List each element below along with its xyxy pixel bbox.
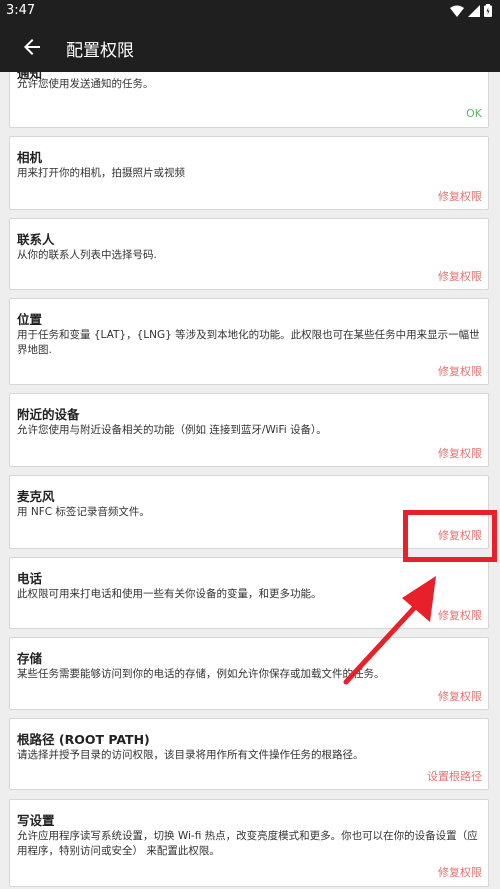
permission-list: 通知 允许您使用发送通知的任务。 OK 相机 用来打开你的相机，拍摄照片或视频 …: [0, 72, 500, 889]
card-description: 请选择并授予目录的访问权限，该目录将用作所有文件操作任务的根路径。: [17, 749, 364, 761]
back-arrow-icon[interactable]: [20, 35, 44, 59]
card-title: 联系人: [17, 232, 55, 247]
card-camera: 相机 用来打开你的相机，拍摄照片或视频 修复权限: [9, 136, 489, 210]
card-title: 写设置: [17, 813, 55, 828]
card-title: 附近的设备: [17, 407, 80, 422]
annotation-arrow-icon: [343, 576, 436, 685]
status-icons: [450, 4, 492, 17]
card-description: 允许您使用发送通知的任务。: [17, 78, 154, 90]
signal-icon: [468, 4, 480, 17]
set-root-path-button[interactable]: 设置根路径: [427, 768, 482, 784]
card-title: 相机: [17, 150, 43, 165]
page-title: 配置权限: [66, 41, 134, 61]
fix-permission-button[interactable]: 修复权限: [438, 363, 482, 379]
card-notification: 通知 允许您使用发送通知的任务。 OK: [9, 72, 489, 128]
card-description: 用于任务和变量 {LAT}，{LNG} 等涉及到本地化的功能。此权限也可在某些任…: [17, 329, 480, 356]
status-time: 3:47: [6, 3, 36, 18]
card-description: 用来打开你的相机，拍摄照片或视频: [17, 167, 185, 179]
card-title: 位置: [17, 312, 43, 327]
card-nearby-devices: 附近的设备 允许您使用与附近设备相关的功能（例如 连接到蓝牙/WiFi 设备）。…: [9, 393, 489, 467]
card-title: 根路径 (ROOT PATH): [17, 732, 150, 747]
card-contacts: 联系人 从你的联系人列表中选择号码. 修复权限: [9, 218, 489, 290]
battery-icon: [484, 4, 492, 17]
fix-permission-button[interactable]: 修复权限: [438, 864, 482, 880]
card-description: 允许应用程序读写系统设置，切换 Wi-fi 热点，改变亮度模式和更多。你也可以在…: [17, 830, 478, 857]
ok-status: OK: [466, 107, 482, 120]
card-description: 允许您使用与附近设备相关的功能（例如 连接到蓝牙/WiFi 设备）。: [17, 424, 327, 436]
card-title: 存储: [17, 651, 43, 666]
annotation-highlight-box: [403, 510, 497, 562]
card-title: 电话: [17, 571, 43, 586]
card-location: 位置 用于任务和变量 {LAT}，{LNG} 等涉及到本地化的功能。此权限也可在…: [9, 298, 489, 385]
card-description: 从你的联系人列表中选择号码.: [17, 249, 157, 261]
card-title: 麦克风: [17, 489, 55, 504]
fix-permission-button[interactable]: 修复权限: [438, 268, 482, 284]
status-bar: 3:47: [0, 0, 500, 22]
card-write-settings: 写设置 允许应用程序读写系统设置，切换 Wi-fi 热点，改变亮度模式和更多。你…: [9, 799, 489, 887]
fix-permission-button[interactable]: 修复权限: [438, 188, 482, 204]
app-bar: 配置权限: [0, 22, 500, 72]
wifi-icon: [450, 5, 464, 17]
card-root-path: 根路径 (ROOT PATH) 请选择并授予目录的访问权限，该目录将用作所有文件…: [9, 718, 489, 790]
fix-permission-button[interactable]: 修复权限: [438, 445, 482, 461]
fix-permission-button[interactable]: 修复权限: [438, 688, 482, 704]
